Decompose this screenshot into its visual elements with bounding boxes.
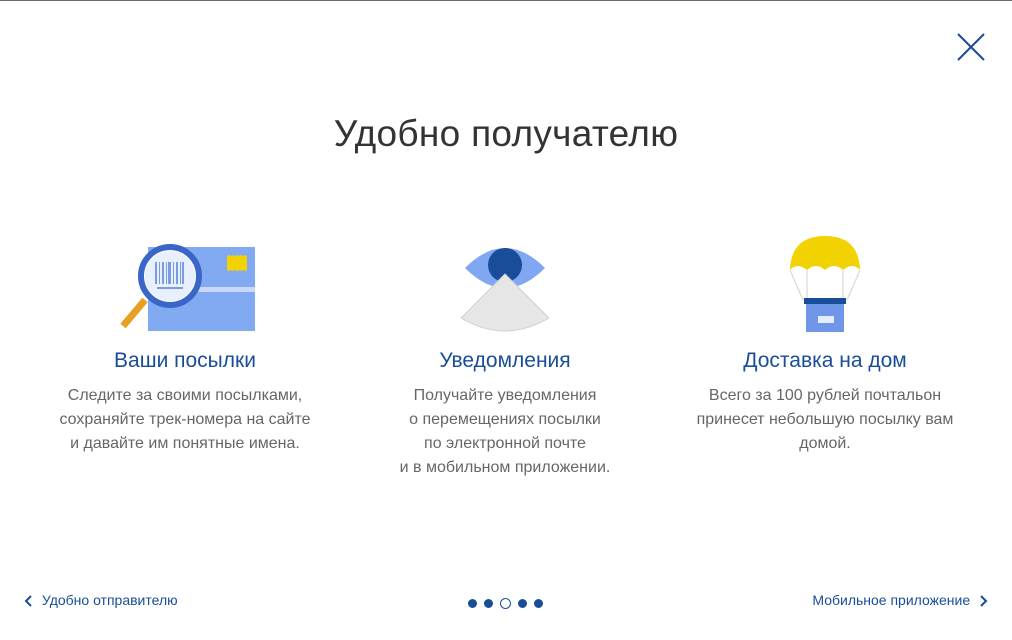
prev-slide-link[interactable]: Удобно отправителю — [24, 591, 178, 609]
feature-title: Ваши посылки — [114, 349, 256, 372]
feature-title: Уведомления — [439, 349, 571, 372]
chevron-left-icon — [24, 595, 32, 608]
next-slide-label: Мобильное приложение — [812, 592, 971, 608]
prev-slide-label: Удобно отправителю — [41, 592, 178, 608]
parcel-search-icon — [120, 244, 255, 331]
feature-title: Доставка на дом — [743, 349, 907, 372]
feature-parcels: Ваши посылки Следите за своими посылками… — [25, 232, 345, 456]
close-button[interactable] — [955, 31, 987, 63]
chevron-right-icon — [980, 595, 988, 608]
feature-description: Всего за 100 рублей почтальон принесет н… — [696, 387, 954, 452]
eye-icon — [460, 248, 550, 332]
pager-dot[interactable] — [534, 599, 543, 609]
pager-dot[interactable] — [518, 599, 527, 609]
feature-notifications: Уведомления Получайте уведомления о пере… — [345, 232, 665, 480]
pager-dot[interactable] — [468, 599, 477, 609]
pager-dot[interactable] — [484, 599, 493, 609]
feature-description: Получайте уведомления о перемещениях пос… — [399, 387, 611, 476]
pager-dot-active[interactable] — [500, 598, 511, 610]
next-slide-link[interactable]: Мобильное приложение — [812, 591, 988, 609]
parachute-box-icon — [789, 236, 861, 332]
feature-home-delivery: Доставка на дом Всего за 100 рублей почт… — [665, 232, 985, 456]
top-border — [0, 0, 1012, 1]
slide-pager — [468, 595, 550, 610]
page-title: Удобно получателю — [333, 113, 679, 154]
close-icon — [957, 33, 985, 61]
feature-description: Следите за своими посылками, сохраняйте … — [59, 387, 311, 452]
